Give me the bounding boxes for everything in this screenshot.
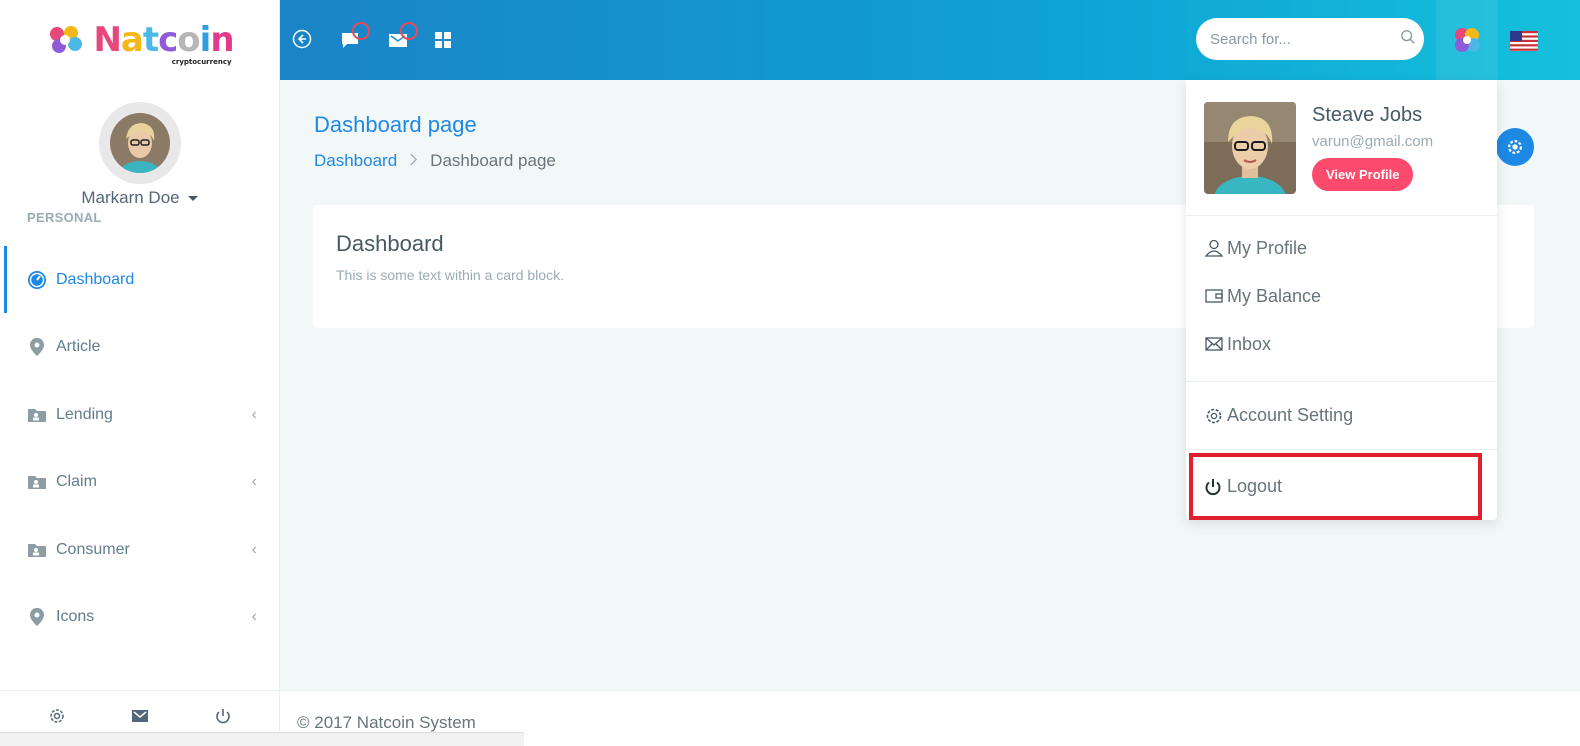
menu-item-label: Logout [1227,476,1283,496]
breadcrumb-root-link[interactable]: Dashboard [314,151,397,171]
menu-item-my-profile[interactable]: My Profile [1186,224,1497,272]
brand-logo[interactable]: Natcoin cryptocurrency [0,0,279,80]
notification-dot-icon [400,22,418,40]
menu-item-label: My Balance [1227,285,1322,306]
back-arrow-icon[interactable] [292,29,312,54]
user-logo-icon[interactable] [1436,0,1498,80]
gear-icon [1206,408,1222,423]
menu-item-my-balance[interactable]: My Balance [1186,272,1497,320]
map-pin-icon [27,607,47,627]
chevron-left-icon: ‹ [251,540,257,558]
page-title: Dashboard page [314,112,477,137]
sidebar-item-lending[interactable]: Lending ‹ [0,381,279,449]
topbar [280,0,1580,80]
chevron-right-icon [409,151,418,171]
search-input[interactable] [1210,30,1390,48]
menu-item-label: Account Setting [1227,405,1354,425]
footer-copyright: © 2017 Natcoin System [297,713,476,732]
profile-dropdown-menu: Steave Jobs varun@gmail.com View Profile… [1186,80,1497,520]
sidebar-item-dashboard[interactable]: Dashboard [0,246,279,314]
dropdown-avatar [1204,102,1296,194]
chevron-left-icon: ‹ [251,473,257,491]
map-pin-icon [27,337,47,357]
sidebar-item-label: Claim [56,473,97,491]
sidebar-item-label: Consumer [56,540,130,558]
sidebar-item-label: Dashboard [56,270,135,288]
user-icon [1204,239,1224,257]
notification-dot-icon [352,22,370,40]
power-icon [1205,478,1221,495]
user-name: Markarn Doe [81,188,180,207]
wallet-icon [1205,289,1223,303]
mail-icon[interactable] [130,706,150,731]
breadcrumb: Dashboard Dashboard page [314,151,556,171]
brand-tagline: cryptocurrency [171,58,232,66]
avatar-photo [109,113,170,173]
sidebar-item-label: Article [56,338,101,356]
dropdown-menu-list: My Profile My Balance Inbox [1186,216,1497,382]
dropdown-user-email: varun@gmail.com [1312,133,1434,150]
brand-wordmark: Natcoin cryptocurrency [93,20,234,66]
power-icon[interactable] [213,706,233,731]
us-flag-icon[interactable] [1510,31,1538,51]
menu-item-label: Inbox [1227,333,1272,354]
folder-user-icon [27,405,47,425]
dropdown-user-card: Steave Jobs varun@gmail.com View Profile [1186,80,1497,216]
horizontal-scrollbar[interactable] [0,732,524,746]
chevron-left-icon: ‹ [251,405,257,423]
nav-section-label: PERSONAL [27,210,102,225]
settings-fab-button[interactable] [1496,128,1534,166]
menu-item-account-setting[interactable]: Account Setting [1186,382,1497,450]
search-box [1196,18,1424,60]
sidebar: Natcoin cryptocurrency Markarn Doe PERSO… [0,0,280,746]
search-icon[interactable] [1400,29,1416,50]
folder-user-icon [27,472,47,492]
menu-item-inbox[interactable]: Inbox [1186,320,1497,368]
gauge-icon [27,270,47,290]
logo-mark-icon [50,26,83,53]
avatar[interactable] [98,102,181,184]
sidebar-item-label: Lending [56,405,113,423]
gear-icon[interactable] [47,706,67,731]
sidebar-item-icons[interactable]: Icons ‹ [0,584,279,652]
user-name-toggle[interactable]: Markarn Doe [81,188,198,208]
view-profile-button[interactable]: View Profile [1312,158,1414,191]
caret-down-icon [187,195,198,201]
menu-item-label: My Profile [1227,237,1308,258]
gear-icon [1508,140,1522,154]
menu-item-logout[interactable]: Logout [1189,453,1482,520]
sidebar-item-article[interactable]: Article [0,314,279,382]
sidebar-item-consumer[interactable]: Consumer ‹ [0,516,279,584]
breadcrumb-current: Dashboard page [430,151,556,170]
sidebar-user-profile: Markarn Doe [0,80,279,208]
dropdown-user-info: Steave Jobs varun@gmail.com View Profile [1312,102,1433,193]
dropdown-user-name: Steave Jobs [1312,104,1423,126]
apps-grid-icon[interactable] [434,31,452,54]
folder-user-icon [27,540,47,560]
envelope-icon [1205,337,1223,351]
sidebar-item-label: Icons [56,608,95,626]
mail-icon[interactable] [388,22,418,55]
chevron-left-icon: ‹ [251,608,257,626]
message-icon[interactable] [340,22,370,55]
sidebar-item-claim[interactable]: Claim ‹ [0,449,279,517]
